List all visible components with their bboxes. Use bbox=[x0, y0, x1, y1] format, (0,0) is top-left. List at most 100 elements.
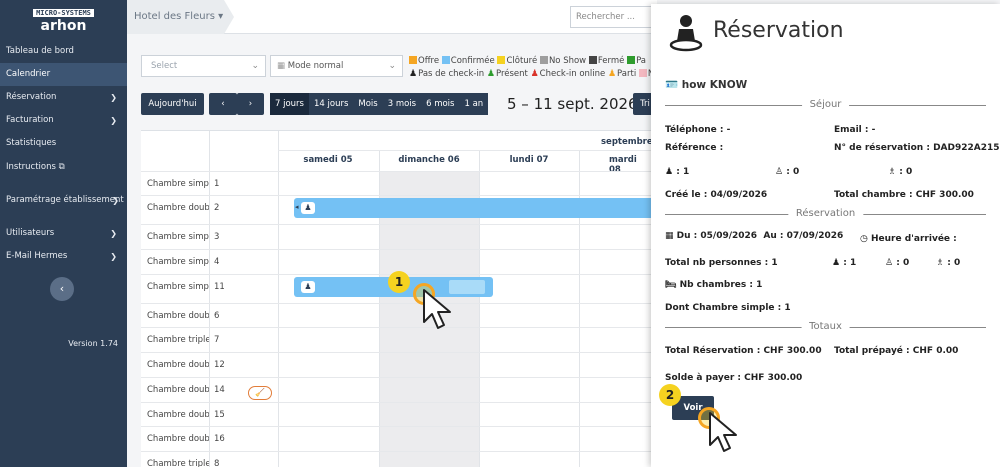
calendar-icon: ▦ bbox=[665, 231, 674, 241]
room-type-label: Chambre double bbox=[147, 311, 209, 321]
section-sejour: Séjour bbox=[665, 99, 986, 111]
rooms-count: 🛏 Nb chambres : 1 bbox=[665, 280, 763, 290]
balance-due: Solde à payer : CHF 300.00 bbox=[665, 373, 803, 383]
total-reservation: Total Réservation : CHF 300.00 bbox=[665, 346, 822, 356]
chevron-right-icon: › bbox=[248, 99, 253, 109]
room-select[interactable]: Select ⌄ bbox=[141, 55, 266, 77]
baby-icon: ♗ bbox=[936, 258, 945, 268]
view-switcher: 7 jours 14 jours Mois 3 mois 6 mois 1 an bbox=[270, 93, 489, 115]
room-row: Chambre triple 7 bbox=[141, 327, 661, 352]
dates-field: ▦ Du : 05/09/2026 Au : 07/09/2026 bbox=[665, 231, 844, 241]
sidebar-item-reservation[interactable]: Réservation ❯ bbox=[0, 86, 127, 109]
section-reservation: Réservation bbox=[665, 208, 986, 220]
sidebar-item-calendar[interactable]: Calendrier bbox=[0, 63, 127, 86]
adult-icon: ♟ bbox=[665, 167, 674, 177]
people-adults: ♟ : 1 bbox=[832, 258, 857, 268]
room-type-label: Chambre simple bbox=[147, 257, 209, 267]
room-type-label: Chambre double bbox=[147, 360, 209, 370]
collapse-sidebar-button[interactable]: ‹ bbox=[50, 277, 74, 301]
room-row: Chambre simple 1 bbox=[141, 171, 661, 196]
mode-select[interactable]: ▦ Mode normal ⌄ bbox=[270, 55, 403, 77]
sidebar-item-instructions[interactable]: Instructions ⧉ bbox=[0, 156, 127, 179]
caret-left-icon: ◂ bbox=[295, 203, 299, 211]
sidebar-item-users[interactable]: Utilisateurs ❯ bbox=[0, 222, 127, 245]
chevron-down-icon: ⌄ bbox=[388, 61, 396, 71]
room-number: 16 bbox=[214, 434, 225, 444]
person-icon: ♟ bbox=[301, 202, 315, 214]
room-number: 6 bbox=[214, 311, 220, 321]
view-1-year[interactable]: 1 an bbox=[459, 93, 488, 115]
room-number: 14 bbox=[214, 385, 225, 395]
view-3-months[interactable]: 3 mois bbox=[383, 93, 421, 115]
room-number: 2 bbox=[214, 203, 220, 213]
view-6-months[interactable]: 6 mois bbox=[421, 93, 459, 115]
people-children: ♙ : 0 bbox=[885, 258, 910, 268]
section-totaux: Totaux bbox=[665, 321, 986, 333]
room-number: 8 bbox=[214, 459, 220, 467]
step-badge-1: 1 bbox=[388, 271, 410, 293]
total-room: Total chambre : CHF 300.00 bbox=[834, 190, 974, 200]
reservation-bar[interactable]: ◂ ♟ bbox=[294, 198, 659, 218]
chevron-down-icon: ⌄ bbox=[251, 61, 259, 71]
adult-icon: ♟ bbox=[832, 258, 841, 268]
chevron-down-icon: ❯ bbox=[110, 252, 117, 261]
room-number: 4 bbox=[214, 257, 220, 267]
calendar-icon: ▦ bbox=[277, 61, 286, 71]
room-row: Chambre simple 3 bbox=[141, 224, 661, 249]
today-button[interactable]: Aujourd'hui bbox=[141, 93, 204, 115]
room-number: 3 bbox=[214, 232, 220, 242]
chevron-down-icon: ❯ bbox=[110, 93, 117, 102]
housekeeping-icon[interactable]: 🧹 bbox=[248, 386, 272, 400]
bed-icon: 🛏 bbox=[665, 280, 677, 290]
children-count: ♙ : 0 bbox=[775, 167, 800, 177]
hotel-selector[interactable]: Hotel des Fleurs ▾ bbox=[127, 0, 234, 34]
child-icon: ♙ bbox=[775, 167, 784, 177]
room-number: 12 bbox=[214, 360, 225, 370]
person-icon: ♟ bbox=[530, 69, 539, 79]
people-babies: ♗ : 0 bbox=[936, 258, 961, 268]
room-row: Chambre simple 4 bbox=[141, 249, 661, 274]
email-field: Email : - bbox=[834, 125, 876, 135]
person-icon: ♟ bbox=[301, 281, 315, 293]
room-type-label: Chambre double bbox=[147, 434, 209, 444]
rooms-detail: Dont Chambre simple : 1 bbox=[665, 303, 791, 313]
view-14-days[interactable]: 14 jours bbox=[309, 93, 353, 115]
sidebar-item-email[interactable]: E-Mail Hermes ❯ bbox=[0, 245, 127, 268]
room-number: 1 bbox=[214, 179, 220, 189]
room-type-label: Chambre triple bbox=[147, 335, 209, 345]
cursor-icon bbox=[423, 289, 451, 329]
child-icon: ♙ bbox=[885, 258, 894, 268]
view-month[interactable]: Mois bbox=[353, 93, 382, 115]
room-row: Chambre double 6 bbox=[141, 303, 661, 328]
adults-count: ♟ : 1 bbox=[665, 167, 690, 177]
room-type-label: Chambre simple bbox=[147, 282, 209, 292]
total-people: Total nb personnes : 1 bbox=[665, 258, 778, 268]
sidebar-item-billing[interactable]: Facturation ❯ bbox=[0, 109, 127, 132]
date-range-title: 5 – 11 sept. 2026 bbox=[507, 95, 638, 113]
room-type-label: Chambre simple bbox=[147, 179, 209, 189]
prev-button[interactable]: ‹ bbox=[209, 93, 237, 115]
room-number: 7 bbox=[214, 335, 220, 345]
room-number: 15 bbox=[214, 410, 225, 420]
search-input[interactable]: Rechercher ... bbox=[570, 6, 660, 28]
cursor-icon bbox=[709, 412, 737, 452]
room-row: Chambre double 16 bbox=[141, 426, 661, 451]
view-7-days[interactable]: 7 jours bbox=[270, 93, 309, 115]
next-button[interactable]: › bbox=[237, 93, 264, 115]
id-card-icon: 🪪 bbox=[665, 79, 679, 91]
person-icon: ♟ bbox=[409, 69, 418, 79]
legend: Offre Confirmée Clôturé No Show Fermé Pa… bbox=[409, 56, 659, 79]
caret-down-icon: ▾ bbox=[218, 11, 224, 22]
sidebar-item-statistics[interactable]: Statistiques bbox=[0, 132, 127, 155]
sidebar-item-dashboard[interactable]: Tableau de bord bbox=[0, 40, 127, 63]
arrival-time: ◷ Heure d'arrivée : bbox=[860, 234, 957, 244]
room-row: Chambre double 15 bbox=[141, 402, 661, 427]
panel-title: Réservation bbox=[713, 18, 844, 43]
babies-count: ♗ : 0 bbox=[888, 167, 913, 177]
chevron-down-icon: ❯ bbox=[110, 229, 117, 238]
sidebar-item-settings[interactable]: Paramétrage établissement ❯ bbox=[0, 189, 127, 212]
room-type-label: Chambre double bbox=[147, 410, 209, 420]
calendar-grid: septembre samedi 05 dimanche 06 lundi 07… bbox=[141, 130, 661, 467]
clock-icon: ◷ bbox=[860, 234, 868, 244]
room-number: 11 bbox=[214, 282, 225, 292]
